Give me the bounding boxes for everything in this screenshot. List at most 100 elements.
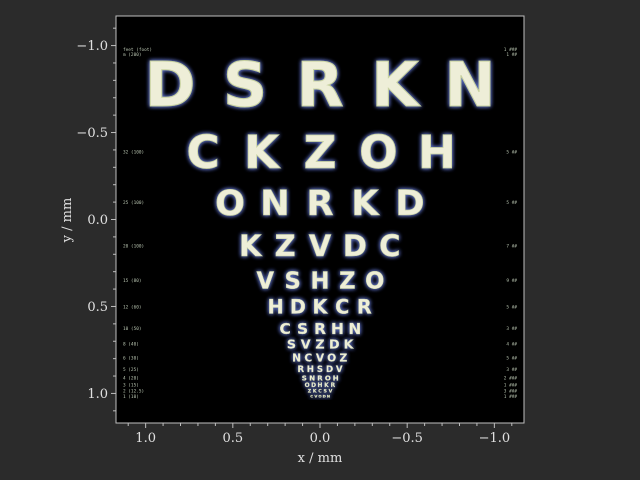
right-acuity-label: 9 ##	[506, 278, 517, 284]
right-acuity-label: 1 ##	[506, 52, 517, 58]
chart-letter: S	[302, 373, 307, 382]
chart-letter: R	[314, 320, 326, 338]
chart-letter: K	[371, 50, 421, 121]
right-acuity-label: 5 ##	[506, 356, 517, 362]
chart-letter: V	[256, 269, 274, 295]
left-acuity-label: 12 (60)	[123, 304, 142, 310]
right-acuity-label: 5 ##	[506, 304, 517, 310]
chart-letter: K	[244, 126, 281, 179]
left-acuity-label: 15 (80)	[123, 278, 142, 284]
y-tick-label: 0.5	[87, 300, 108, 315]
left-acuity-label: 5 (25)	[123, 367, 139, 373]
right-acuity-label: 3 ##	[506, 326, 517, 332]
chart-letter: C	[304, 352, 312, 365]
chart-letter: C	[310, 393, 313, 398]
chart-letter: O	[325, 373, 331, 382]
chart-letter: V	[314, 393, 317, 398]
chart-letter: R	[317, 373, 323, 382]
chart-letter: R	[296, 50, 343, 121]
right-acuity-label: 2 ###	[504, 376, 518, 382]
chart-letter: Z	[315, 336, 324, 351]
chart-letter: H	[331, 320, 344, 338]
right-acuity-label: 3 ###	[504, 389, 518, 395]
chart-letter: R	[357, 295, 372, 318]
chart-letter: D	[311, 383, 316, 389]
chart-letter: C	[335, 295, 349, 318]
y-axis-label: y / mm	[60, 198, 75, 244]
chart-letter: C	[379, 229, 400, 263]
left-acuity-label: 6 (30)	[123, 356, 139, 362]
chart-letter: V	[309, 229, 332, 263]
left-acuity-label: feet (foot)	[123, 47, 152, 53]
left-acuity-label: 3 (15)	[123, 383, 139, 389]
chart-letter: H	[418, 126, 456, 179]
chart-letter: Z	[304, 126, 337, 179]
x-tick-label: 0.5	[222, 431, 243, 446]
chart-letter: N	[444, 50, 495, 121]
chart-letter: O	[215, 183, 245, 224]
left-acuity-label: 32 (100)	[123, 149, 144, 155]
left-acuity-label: 8 (40)	[123, 342, 139, 348]
letter-row: NCVOZ	[292, 352, 348, 365]
chart-letter: D	[323, 393, 326, 398]
chart-letter: S	[297, 320, 308, 338]
chart-letter: K	[324, 383, 329, 389]
chart-letter: D	[329, 336, 340, 351]
right-acuity-label: 4 ##	[506, 342, 517, 348]
left-acuity-label: 10 (50)	[123, 326, 142, 332]
chart-letter: V	[301, 336, 311, 351]
left-acuity-label: 25 (100)	[123, 200, 144, 206]
chart-letter: K	[351, 183, 380, 224]
left-acuity-label: 1 (10)	[123, 394, 139, 400]
chart-letter: H	[333, 373, 339, 382]
right-acuity-label: 5 ##	[506, 200, 517, 206]
chart-letter: O	[359, 126, 398, 179]
left-acuity-label: m (200)	[123, 52, 142, 58]
chart-letter: O	[365, 269, 384, 295]
left-acuity-label: 2 (12.5)	[123, 389, 144, 395]
chart-letter: N	[260, 183, 289, 224]
letter-row: HDKCR	[267, 295, 372, 318]
chart-letter: O	[305, 383, 310, 389]
chart-letter: K	[239, 229, 263, 263]
chart-letter: D	[343, 229, 367, 263]
chart-letter: Z	[275, 229, 296, 263]
chart-letter: H	[268, 295, 284, 318]
chart-letter: D	[145, 50, 196, 121]
chart-letter: C	[187, 126, 220, 179]
left-acuity-label: 4 (20)	[123, 376, 139, 382]
chart-letter: D	[395, 183, 424, 224]
y-tick-label: 1.0	[87, 387, 108, 402]
right-acuity-label: 3 ##	[506, 367, 517, 373]
chart-letter: V	[316, 352, 325, 365]
right-acuity-label: 1 ###	[504, 394, 518, 400]
chart-letter: Z	[339, 269, 355, 295]
right-acuity-label: 1 ###	[504, 47, 518, 53]
x-tick-label: 0.0	[310, 431, 331, 446]
chart-letter: N	[292, 352, 301, 365]
chart-letter: N	[327, 393, 330, 398]
x-tick-label: −1.0	[479, 431, 511, 446]
x-tick-label: 1.0	[135, 431, 156, 446]
chart-svg: D S R K NC K Z O HO N R K DK Z V D CV S H Z OH D K C RC S R H NS V Z D K…	[60, 15, 525, 466]
chart-letter: Z	[340, 352, 348, 365]
chart-letter: D	[290, 295, 306, 318]
chart-letter: H	[318, 383, 323, 389]
chart-letter: K	[344, 336, 355, 351]
chart-letter: N	[348, 320, 361, 338]
right-acuity-label: 1 ###	[504, 383, 518, 389]
chart-letter: R	[306, 183, 333, 224]
chart-letter: S	[223, 50, 267, 121]
right-acuity-label: 5 ##	[506, 149, 517, 155]
letter-row: ODHKR	[304, 383, 335, 389]
chart-letter: C	[279, 320, 290, 338]
chart-letter: N	[309, 373, 315, 382]
right-acuity-label: 7 ##	[506, 243, 517, 249]
chart-letter: H	[311, 269, 330, 295]
y-tick-label: 0.0	[87, 213, 108, 228]
y-tick-label: −0.5	[76, 126, 108, 141]
left-acuity-label: 20 (100)	[123, 243, 144, 249]
chart-letter: K	[313, 295, 329, 318]
y-tick-label: −1.0	[76, 39, 108, 54]
chart-letter: S	[287, 336, 296, 351]
